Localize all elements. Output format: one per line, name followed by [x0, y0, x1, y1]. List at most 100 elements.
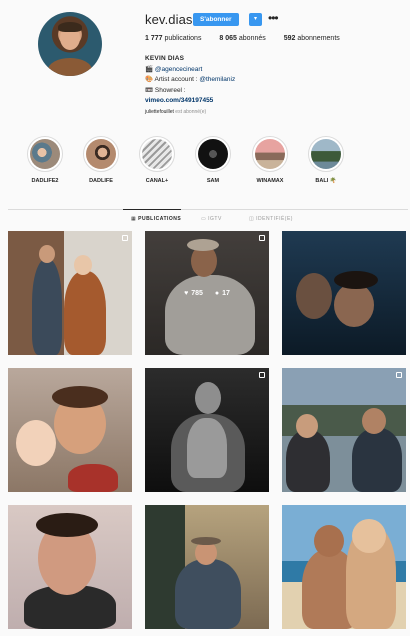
following-count: 592: [283, 35, 296, 42]
tab-publications-label: PUBLICATIONS: [138, 216, 182, 222]
photo-cap: [191, 537, 221, 545]
follow-dropdown-button[interactable]: ▾: [249, 13, 262, 26]
multi-photo-icon: [396, 372, 402, 378]
photo-figure: [352, 428, 402, 492]
multi-photo-icon: [122, 235, 128, 241]
following-stat[interactable]: 592 abonnements: [284, 35, 340, 42]
photo-face: [74, 255, 92, 275]
photo-torso: [187, 418, 227, 478]
photo-face: [16, 420, 56, 466]
highlight-ring: [27, 136, 63, 172]
post-hover-overlay: ♥ 785 ● 17: [145, 231, 269, 355]
post-thumbnail[interactable]: [8, 368, 132, 492]
artist-mention-link[interactable]: @themilaniz: [199, 76, 235, 83]
profile-bio: KEVIN DIAS 🎬 @agencecineart 🎨 Artist acc…: [145, 54, 235, 107]
multi-photo-icon: [259, 235, 265, 241]
highlight-ring: [308, 136, 344, 172]
photo-face: [334, 283, 374, 327]
bio-line-artist: 🎨 Artist account : @themilaniz: [145, 75, 235, 86]
palette-icon: 🎨: [145, 76, 154, 83]
photo-face: [296, 273, 332, 319]
photo-face: [195, 382, 221, 414]
multi-photo-icon: [259, 372, 265, 378]
tab-tagged[interactable]: ◫ IDENTIFIÉ(E): [249, 216, 293, 222]
bio-name: KEVIN DIAS: [145, 55, 185, 62]
photo-face: [314, 525, 344, 557]
photo-figure: [286, 430, 330, 492]
photo-scarf: [68, 464, 118, 492]
post-thumbnail[interactable]: [145, 368, 269, 492]
highlight-label: DADLIFE: [89, 178, 113, 184]
clapper-icon: 🎬: [145, 65, 154, 73]
highlight-winamax[interactable]: WINAMAX: [247, 136, 293, 184]
post-thumbnail[interactable]: [282, 505, 406, 629]
tab-igtv[interactable]: ▭ IGTV: [201, 216, 222, 222]
highlight-ring: [83, 136, 119, 172]
highlight-thumbnail: [30, 139, 60, 169]
more-options-icon[interactable]: •••: [268, 11, 279, 25]
highlight-bali[interactable]: BALI 🌴: [303, 136, 349, 184]
highlight-label: CANAL+: [145, 178, 169, 184]
highlight-thumbnail: [255, 139, 285, 169]
photo-hair: [52, 386, 108, 408]
photo-face: [296, 414, 318, 438]
photo-figure: [175, 559, 241, 629]
highlight-label: WINAMAX: [256, 178, 284, 184]
followed-by-user[interactable]: juliettefouillet: [145, 109, 174, 115]
highlight-thumbnail: [198, 139, 228, 169]
tab-tagged-label: IDENTIFIÉ(E): [256, 216, 293, 222]
post-thumbnail[interactable]: [8, 505, 132, 629]
highlight-sam[interactable]: SAM: [190, 136, 236, 184]
photo-figure: [32, 259, 62, 355]
followers-count: 8 065: [219, 35, 237, 42]
highlight-thumbnail: [86, 139, 116, 169]
highlight-dadlife[interactable]: DADLIFE: [78, 136, 124, 184]
highlight-ring: [252, 136, 288, 172]
highlight-ring: [195, 136, 231, 172]
highlight-label: SAM: [206, 178, 220, 184]
avatar-shirt: [48, 58, 92, 76]
profile-stats: 1 777 publications 8 065 abonnés 592 abo…: [145, 35, 356, 42]
avatar-hair: [58, 22, 82, 32]
highlight-thumbnail: [311, 139, 341, 169]
tab-igtv-label: IGTV: [208, 216, 222, 222]
bio-line-showreel: 📼 Showreel :: [145, 86, 235, 97]
follow-button[interactable]: S'abonner: [193, 13, 239, 26]
photo-face: [362, 408, 386, 434]
likes-stat: ♥ 785: [184, 290, 203, 297]
comments-count: 17: [222, 289, 230, 297]
posts-count: 1 777: [145, 35, 163, 42]
highlight-ring: [139, 136, 175, 172]
post-thumbnail[interactable]: [282, 368, 406, 492]
posts-stat: 1 777 publications: [145, 35, 201, 42]
photo-hair: [334, 271, 378, 289]
post-thumbnail[interactable]: [145, 505, 269, 629]
comment-icon: ●: [214, 289, 220, 297]
profile-avatar[interactable]: [38, 12, 102, 76]
followed-by-text: juliettefouillet est abonné(e): [145, 109, 206, 115]
post-thumbnail[interactable]: ♥ 785 ● 17: [145, 231, 269, 355]
bio-line-agency: 🎬 @agencecineart: [145, 65, 235, 76]
highlight-canal[interactable]: CANAL+: [134, 136, 180, 184]
post-thumbnail[interactable]: [8, 231, 132, 355]
highlight-label: DADLIFE2: [31, 178, 59, 184]
posts-label: publications: [164, 35, 202, 42]
followers-stat[interactable]: 8 065 abonnés: [219, 35, 265, 42]
highlight-thumbnail: [142, 139, 172, 169]
videocassette-icon: 📼: [145, 86, 154, 94]
followers-label: abonnés: [238, 35, 266, 42]
tab-publications[interactable]: ▦ PUBLICATIONS: [122, 209, 182, 222]
photo-hair: [36, 513, 98, 537]
artist-account-text: Artist account :: [154, 76, 200, 83]
followed-by-suffix: est abonné(e): [173, 109, 207, 115]
photo-face: [352, 519, 386, 553]
likes-count: 785: [191, 289, 203, 297]
story-highlights: DADLIFE2 DADLIFE CANAL+ SAM WINAMAX BALI…: [0, 136, 410, 188]
external-link[interactable]: vimeo.com/349197455: [145, 96, 235, 107]
post-thumbnail[interactable]: [282, 231, 406, 355]
agency-mention-link[interactable]: @agencecineart: [155, 66, 202, 73]
highlight-label: BALI 🌴: [315, 178, 337, 184]
photo-face: [39, 245, 55, 263]
photo-figure: [64, 271, 106, 355]
highlight-dadlife2[interactable]: DADLIFE2: [22, 136, 68, 184]
